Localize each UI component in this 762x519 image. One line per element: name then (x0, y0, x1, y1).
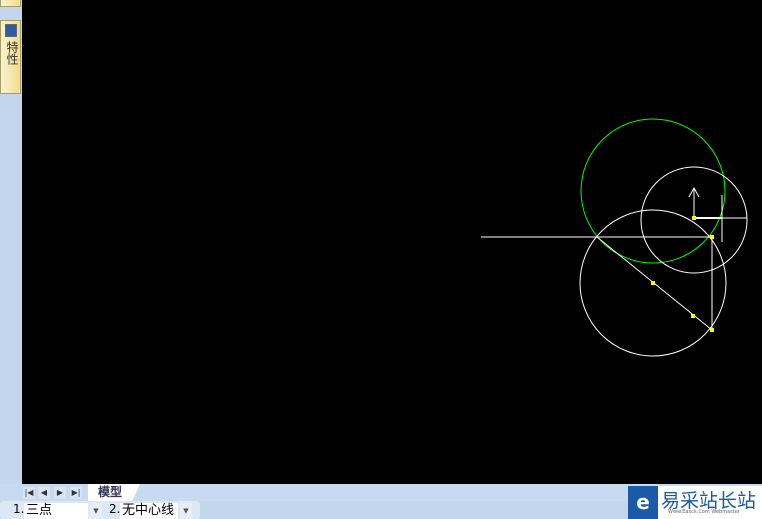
properties-palette-tab[interactable]: 特性 (0, 20, 21, 94)
last-tab-button[interactable]: ▶| (70, 487, 82, 499)
grips[interactable] (651, 216, 714, 332)
prev-tab-button[interactable]: ◀ (38, 487, 50, 499)
chevron-down-icon[interactable]: ▼ (180, 503, 192, 519)
dock-tab-top[interactable] (0, 0, 21, 7)
option1-select[interactable]: 三点 (24, 503, 88, 519)
options-toolbar: 1. 三点 ▼ 2. 无中心线 ▼ (0, 501, 200, 519)
option2-select[interactable]: 无中心线 (120, 503, 178, 519)
first-tab-button[interactable]: |◀ (23, 487, 35, 499)
drawing-canvas[interactable] (22, 0, 762, 484)
option1-number: 1. (13, 502, 25, 516)
logo-icon: e (628, 486, 658, 519)
next-tab-button[interactable]: ▶ (54, 487, 66, 499)
chevron-down-icon[interactable]: ▼ (90, 503, 102, 519)
properties-label: 特性 (5, 41, 19, 65)
watermark-logo: e 易采站长站 Www.Easck.Com Webmaster (628, 486, 762, 519)
properties-icon (5, 24, 17, 37)
left-dock: 特性 (0, 0, 22, 519)
option2-number: 2. (109, 502, 121, 516)
drawing (481, 118, 748, 357)
tab-model[interactable]: 模型 (88, 484, 140, 501)
watermark-sub: Www.Easck.Com Webmaster (668, 509, 740, 515)
